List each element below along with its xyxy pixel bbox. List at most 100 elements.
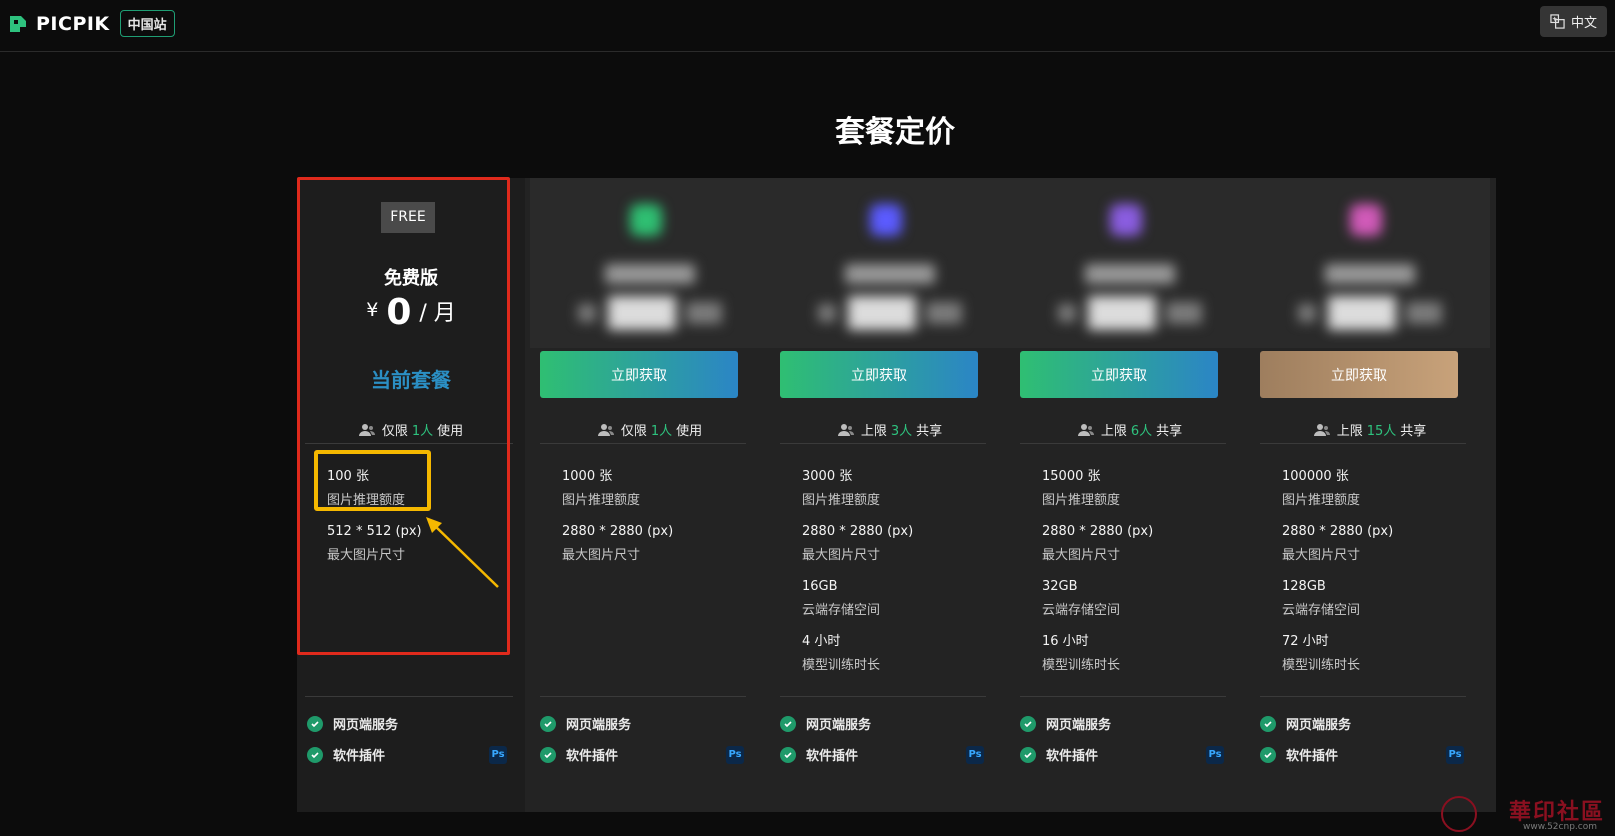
feature-value: 128GB: [1282, 579, 1326, 594]
tier-icon: [870, 204, 902, 236]
feature-label: 云端存储空间: [1282, 603, 1361, 618]
feature-item: 128GB 云端存储空间: [1282, 578, 1462, 633]
service-plugin: 软件插件 Ps: [1260, 745, 1464, 764]
price-period: / 月: [419, 301, 456, 326]
service-label: 软件插件: [1046, 749, 1099, 764]
divider: [540, 696, 746, 697]
seat-suffix: 共享: [916, 424, 943, 439]
divider: [540, 443, 746, 444]
brand[interactable]: PICPIK 中国站: [8, 10, 175, 37]
feature-item: 2880 * 2880 (px) 最大图片尺寸: [802, 523, 982, 578]
feature-label: 图片推理额度: [802, 493, 881, 508]
seat-suffix: 使用: [676, 424, 703, 439]
seat-suffix: 共享: [1400, 424, 1427, 439]
get-plan-button[interactable]: 立即获取: [780, 351, 978, 398]
users-icon: [358, 423, 375, 436]
seat-prefix: 上限: [1100, 424, 1127, 439]
tier-icon: [1110, 204, 1142, 236]
feature-value: 2880 * 2880 (px): [802, 524, 914, 539]
top-bar: PICPIK 中国站 中文: [0, 0, 1615, 52]
feature-label: 模型训练时长: [1282, 658, 1361, 673]
feature-label: 图片推理额度: [1282, 493, 1361, 508]
plan-name: 免费版: [384, 268, 438, 289]
get-plan-button[interactable]: 立即获取: [1020, 351, 1218, 398]
blurred-plan-price: [578, 296, 722, 330]
feature-item: 2880 * 2880 (px) 最大图片尺寸: [562, 523, 742, 578]
seat-limit: 上限 3人 共享: [770, 420, 1010, 439]
feature-item: 3000 张图片推理额度: [802, 468, 982, 523]
divider: [780, 696, 986, 697]
feature-label: 模型训练时长: [1042, 658, 1121, 673]
tier-icon: [630, 204, 662, 236]
feature-label: 图片推理额度: [327, 493, 406, 508]
check-icon: [307, 746, 323, 763]
service-web: 网页端服务: [307, 714, 507, 733]
service-plugin: 软件插件 Ps: [780, 745, 984, 764]
free-tag: FREE: [381, 202, 435, 233]
service-web: 网页端服务: [780, 714, 984, 733]
feature-label: 最大图片尺寸: [802, 548, 881, 563]
plan-card-tier-2: 立即获取 上限 3人 共享 3000 张图片推理额度 2880 * 2880 (…: [770, 178, 1010, 812]
check-icon: [780, 746, 796, 763]
plan-header: [1010, 178, 1250, 348]
get-plan-button[interactable]: 立即获取: [1260, 351, 1458, 398]
service-web: 网页端服务: [540, 714, 744, 733]
plan-card-tier-3: 立即获取 上限 6人 共享 15000 张图片推理额度 2880 * 2880 …: [1010, 178, 1250, 812]
get-plan-button[interactable]: 立即获取: [540, 351, 738, 398]
photoshop-icon: Ps: [1206, 745, 1224, 764]
check-icon: [540, 715, 556, 732]
seat-prefix: 仅限: [381, 424, 408, 439]
blurred-plan-name: [605, 264, 695, 284]
feature-item: 100 张图片推理额度: [327, 468, 507, 523]
feature-list: 1000 张图片推理额度 2880 * 2880 (px) 最大图片尺寸: [562, 468, 742, 578]
divider: [1260, 443, 1466, 444]
language-switch-button[interactable]: 中文: [1540, 6, 1607, 37]
current-plan-label: 当前套餐: [371, 368, 451, 392]
feature-value: 100000 张: [1282, 469, 1349, 484]
feature-label: 最大图片尺寸: [1282, 548, 1361, 563]
photoshop-icon: Ps: [1446, 745, 1464, 764]
seat-count: 3人: [890, 424, 913, 439]
check-icon: [1020, 715, 1036, 732]
feature-value: 16GB: [802, 579, 838, 594]
service-label: 软件插件: [806, 749, 859, 764]
divider: [1020, 443, 1226, 444]
feature-item: 2880 * 2880 (px) 最大图片尺寸: [1282, 523, 1462, 578]
feature-label: 模型训练时长: [802, 658, 881, 673]
seat-limit: 仅限 1人 使用: [297, 420, 525, 439]
feature-value: 15000 张: [1042, 469, 1101, 484]
feature-label: 图片推理额度: [1042, 493, 1121, 508]
language-label: 中文: [1570, 16, 1597, 31]
tier-icon: [1350, 204, 1382, 236]
photoshop-icon: Ps: [489, 745, 507, 764]
check-icon: [540, 746, 556, 763]
check-icon: [1260, 746, 1276, 763]
users-icon: [597, 423, 614, 436]
feature-value: 2880 * 2880 (px): [1282, 524, 1394, 539]
seat-suffix: 共享: [1156, 424, 1183, 439]
feature-value: 1000 张: [562, 469, 613, 484]
blurred-plan-name: [845, 264, 935, 284]
seat-prefix: 仅限: [620, 424, 647, 439]
feature-item: 15000 张图片推理额度: [1042, 468, 1222, 523]
blurred-plan-price: [1058, 296, 1202, 330]
users-icon: [1077, 423, 1094, 436]
service-label: 软件插件: [1286, 749, 1339, 764]
feature-value: 2880 * 2880 (px): [562, 524, 674, 539]
watermark-text: 華印社區: [1508, 799, 1605, 825]
feature-value: 3000 张: [802, 469, 853, 484]
translate-icon: [1550, 14, 1565, 29]
feature-label: 最大图片尺寸: [562, 548, 641, 563]
feature-item: 32GB 云端存储空间: [1042, 578, 1222, 633]
feature-item: 16GB 云端存储空间: [802, 578, 982, 633]
blurred-plan-name: [1325, 264, 1415, 284]
seat-prefix: 上限: [860, 424, 887, 439]
service-plugin: 软件插件 Ps: [540, 745, 744, 764]
plan-card-tier-4: 立即获取 上限 15人 共享 100000 张图片推理额度 2880 * 288…: [1250, 178, 1490, 812]
feature-item: 100000 张图片推理额度: [1282, 468, 1462, 523]
plan-card-tier-1: 立即获取 仅限 1人 使用 1000 张图片推理额度 2880 * 2880 (…: [530, 178, 770, 812]
blurred-plan-name: [1085, 264, 1175, 284]
divider: [1260, 696, 1466, 697]
seat-prefix: 上限: [1336, 424, 1363, 439]
feature-item: 2880 * 2880 (px) 最大图片尺寸: [1042, 523, 1222, 578]
